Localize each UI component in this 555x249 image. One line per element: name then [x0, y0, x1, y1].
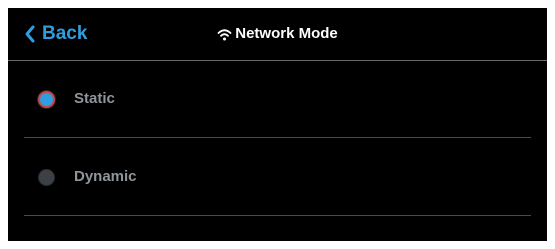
network-mode-screen: Back Network Mode Static Dynamic [8, 8, 547, 241]
page-title-text: Network Mode [235, 25, 338, 42]
wifi-icon [217, 28, 232, 41]
radio-dynamic-unselected[interactable] [38, 169, 55, 186]
option-dynamic[interactable]: Dynamic [24, 139, 531, 216]
option-static[interactable]: Static [24, 61, 531, 138]
page-title: Network Mode [8, 22, 547, 46]
option-dynamic-label: Dynamic [74, 168, 137, 185]
option-static-label: Static [74, 90, 115, 107]
row-divider [24, 137, 531, 138]
radio-static-selected[interactable] [38, 91, 55, 108]
header-bar: Back Network Mode [8, 8, 547, 60]
row-divider [24, 215, 531, 216]
